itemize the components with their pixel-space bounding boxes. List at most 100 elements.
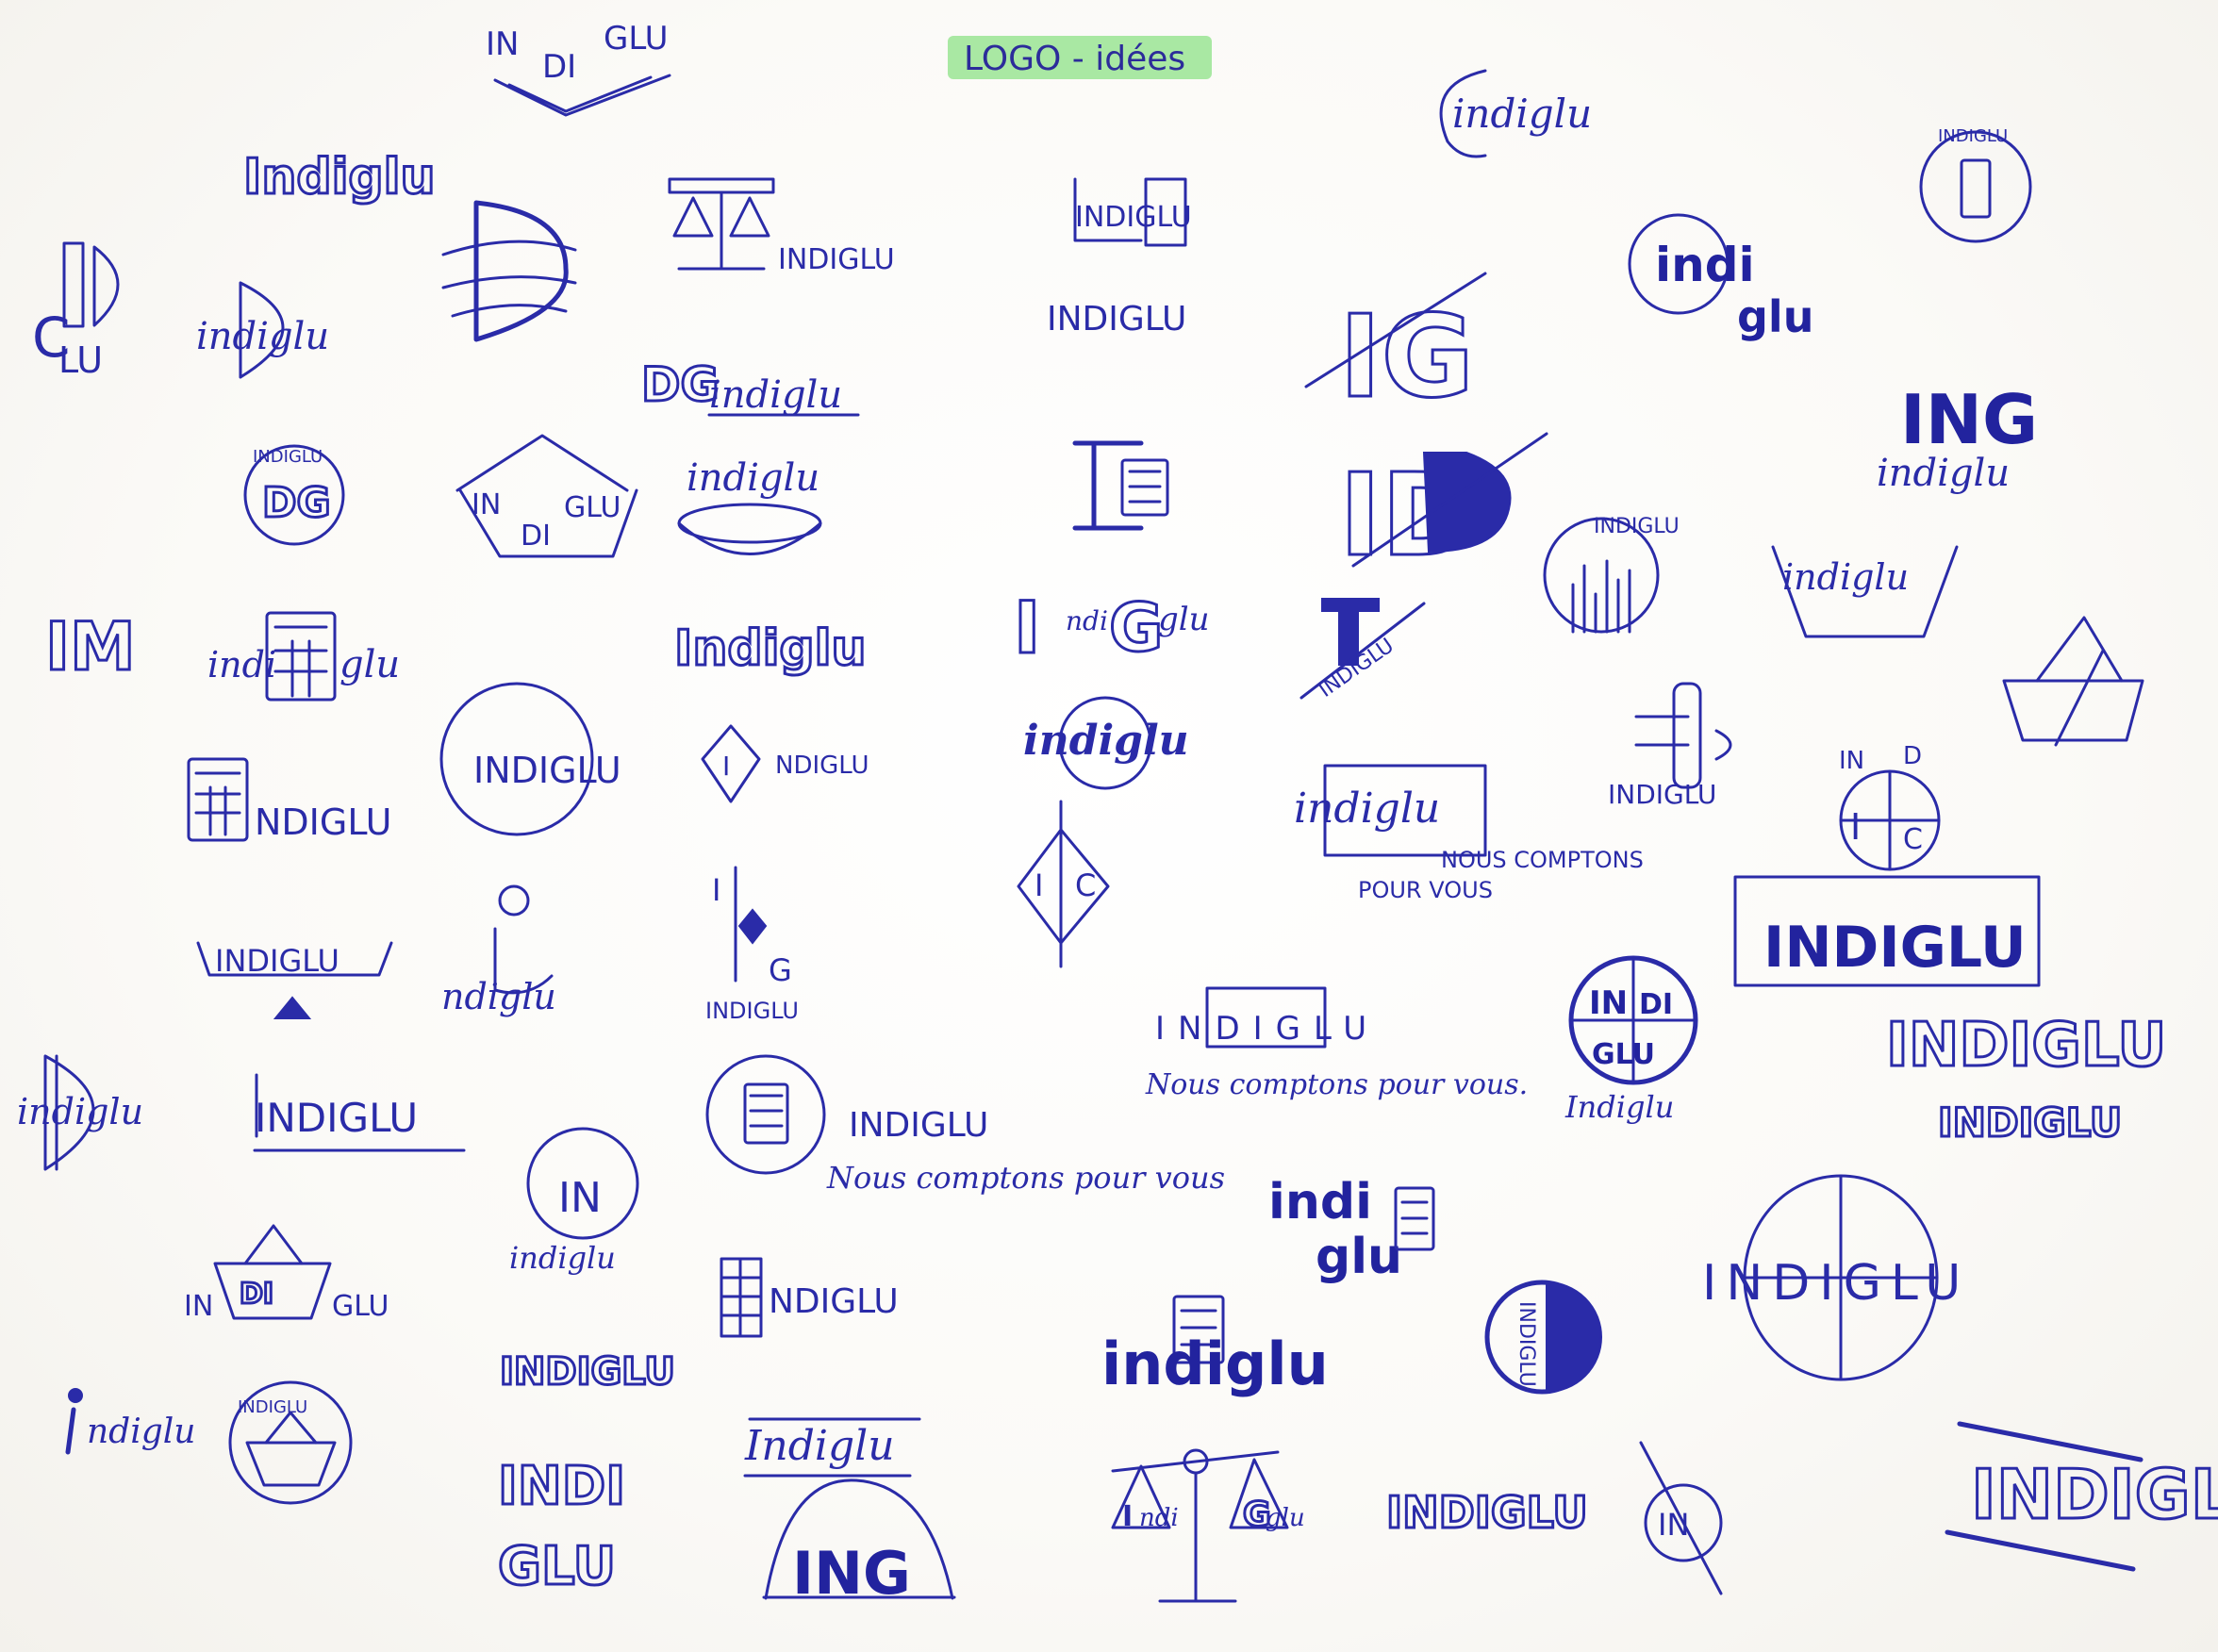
sketch-text: ndi	[1066, 605, 1108, 636]
logo-sketch-machine-indiglu: INDIGLU	[1608, 682, 1732, 810]
logo-sketch-in-crossed-circle: IN	[1639, 1441, 1723, 1595]
logo-sketch-indiglu-thin-outline: INDIGLU	[1938, 1099, 2122, 1146]
sketch-text: DG	[641, 357, 720, 412]
sketch-text: NDIGLU	[775, 752, 869, 780]
sketch-text: INDIGLU	[1938, 126, 2008, 146]
logo-sketch-big-scales: I ndi G glu	[1111, 1448, 1305, 1603]
sketch-text: GLU	[1592, 1038, 1655, 1071]
sketch-text: indi	[1268, 1174, 1372, 1231]
sketch-text: Indiglu	[1564, 1089, 1674, 1125]
sketch-text: indiglu	[1452, 91, 1592, 137]
sketch-text: IN	[1839, 747, 1864, 775]
sketch-text: IN	[486, 25, 519, 63]
sketch-text: ING	[1900, 380, 2038, 459]
sketch-text: indiglu	[196, 315, 329, 358]
sketch-text: indi	[1655, 238, 1755, 292]
logo-sketch-indi-glu-bold-calc: indi glu	[1268, 1174, 1435, 1285]
sketch-text: INDIGLU	[1971, 1455, 2218, 1534]
sketch-text: glu	[1316, 1229, 1402, 1285]
sketch-text: INDIGLU	[1155, 1010, 1380, 1048]
logo-sketch-indiglu-outline: Indiglu	[243, 149, 435, 206]
logo-sketch-indiglu-circle-script: indiglu	[1023, 696, 1189, 790]
logo-sketch-bold-i-indiglu: ndiglu	[65, 1388, 196, 1455]
sketch-text: Indiglu	[744, 1422, 895, 1470]
sketch-text: INDI	[498, 1456, 625, 1517]
logo-sketch-id-crossed: ID	[1338, 432, 1548, 584]
logo-sketch-indiglu-bold-box: INDIGLU	[1733, 875, 2041, 987]
logo-sketch-diamond-ndiglu: I NDIGLU	[701, 724, 869, 803]
logo-sketch-in-di-glu-arrow: IN DI GLU	[486, 20, 671, 117]
sketch-text: INDIGLU	[238, 1397, 307, 1417]
sketch-text: GLU	[498, 1536, 616, 1597]
sketch-text: INDIGLU	[778, 243, 895, 276]
sketch-text: GLU	[332, 1290, 389, 1323]
sketch-text: NOUS COMPTONS	[1441, 847, 1644, 873]
sketch-sheet: LOGO - idées IN DI GLU Indiglu C LU indi…	[0, 0, 2218, 1652]
logo-sketch-in-circle-indiglu: IN indiglu	[509, 1127, 639, 1276]
sketch-text: C	[1903, 823, 1923, 856]
sketch-text: ndiglu	[87, 1412, 196, 1451]
sketch-text: I	[722, 751, 730, 782]
sketch-text: POUR VOUS	[1358, 877, 1493, 903]
logo-sketch-i-diamond-g: I G INDIGLU	[705, 866, 799, 1024]
logo-sketch-calculator-ndiglu: NDIGLU	[187, 757, 391, 843]
logo-sketch-big-circle-cross: INDIGLU	[1702, 1174, 1970, 1381]
logo-sketch-indiglu-cage: INDIGLU	[1945, 1421, 2218, 1572]
logo-sketch-spaced-indiglu-tagline: INDIGLU Nous comptons pour vous.	[1145, 986, 1528, 1101]
sketch-text: DI	[542, 48, 576, 86]
sketch-text: Nous comptons pour vous	[826, 1160, 1225, 1196]
logo-sketch-indiglu-bowl: indiglu	[677, 456, 822, 555]
sketch-text: DI	[240, 1278, 273, 1311]
logo-sketch-basket-circle: INDIGLU	[228, 1380, 353, 1505]
sheet-title: LOGO - idées	[948, 36, 1212, 79]
logo-sketch-indiglu-double-outline: INDIGLU	[500, 1350, 675, 1394]
sketch-text: NDIGLU	[769, 1282, 899, 1321]
sketch-text: indiglu	[17, 1091, 143, 1132]
sketch-text: INDIGLU	[1075, 201, 1192, 234]
sketch-text: indiglu	[1023, 717, 1189, 765]
logo-sketch-drawing: LOGO - idées IN DI GLU Indiglu C LU indi…	[17, 20, 2218, 1608]
sketch-text: NDIGLU	[255, 801, 391, 843]
logo-sketch-ing-dome: ING	[762, 1479, 956, 1608]
sketch-text: INDIGLU	[473, 750, 621, 791]
sketch-text: DI	[1639, 988, 1673, 1021]
sketch-text: I	[1014, 586, 1040, 669]
sketch-text: indiglu	[509, 1240, 616, 1276]
sketch-text: INDIGLU	[849, 1106, 988, 1145]
logo-sketch-calculator-i-ndiglu: NDIGLU	[720, 1257, 899, 1338]
logo-sketch-indiglu-script-lines: Indiglu	[743, 1417, 921, 1478]
logo-sketch-diamond-ic: I C	[1017, 800, 1110, 968]
logo-sketch-indiglu-circle-large: INDIGLU	[439, 682, 621, 836]
sketch-text: ndi	[1139, 1504, 1179, 1532]
sketch-text: indiglu	[709, 373, 842, 417]
sketch-text: indiglu	[1101, 1330, 1329, 1398]
sketch-text: LU	[58, 339, 103, 381]
logo-sketch-indiglu-box: INDIGLU	[1073, 177, 1192, 247]
sketch-text: indiglu	[1877, 452, 2010, 495]
sheet-title-text: LOGO - idées	[964, 40, 1185, 78]
sketch-text: IG	[1339, 292, 1474, 423]
logo-sketch-indiglu-title-outline: Indiglu	[674, 620, 866, 677]
sketch-text: IN	[184, 1290, 213, 1323]
sketch-text: glu	[1158, 601, 1210, 638]
sketch-text: D	[1903, 742, 1922, 770]
logo-sketch-indiglu-basket-right: indiglu	[1771, 545, 1959, 638]
logo-sketch-hanging-indiglu: IN DI GLU	[455, 434, 638, 558]
sketch-text: INDIGLU	[705, 998, 799, 1024]
sketch-text: DI	[521, 520, 551, 553]
logo-sketch-d-bands	[441, 200, 577, 342]
sketch-text: GLU	[564, 491, 621, 524]
sketch-text: glu	[1737, 291, 1813, 342]
logo-sketch-half-circle-vertical: INDIGLU	[1484, 1280, 1602, 1395]
logo-sketch-circle-calc-right: INDIGLU	[1919, 126, 2032, 243]
logo-sketch-indi-glu-stacked: INDI GLU	[497, 1455, 627, 1599]
logo-sketch-indiglu-hatched: INDIGLU	[1386, 1487, 1588, 1538]
logo-sketch-im-outline: IM	[45, 608, 136, 686]
logo-sketch-basket-crossed	[2002, 616, 2144, 747]
logo-sketch-indi-glu-circle: indi glu	[1628, 213, 1813, 342]
sketch-text: INDIGLU	[1702, 1255, 1970, 1312]
sketch-text: indiglu	[1294, 785, 1440, 833]
logo-sketch-dg-indiglu: DG indiglu	[640, 356, 860, 417]
sketch-text: I	[1122, 1500, 1133, 1533]
logo-sketch-indiglu-dg-circle: INDIGLU DG	[243, 444, 345, 546]
